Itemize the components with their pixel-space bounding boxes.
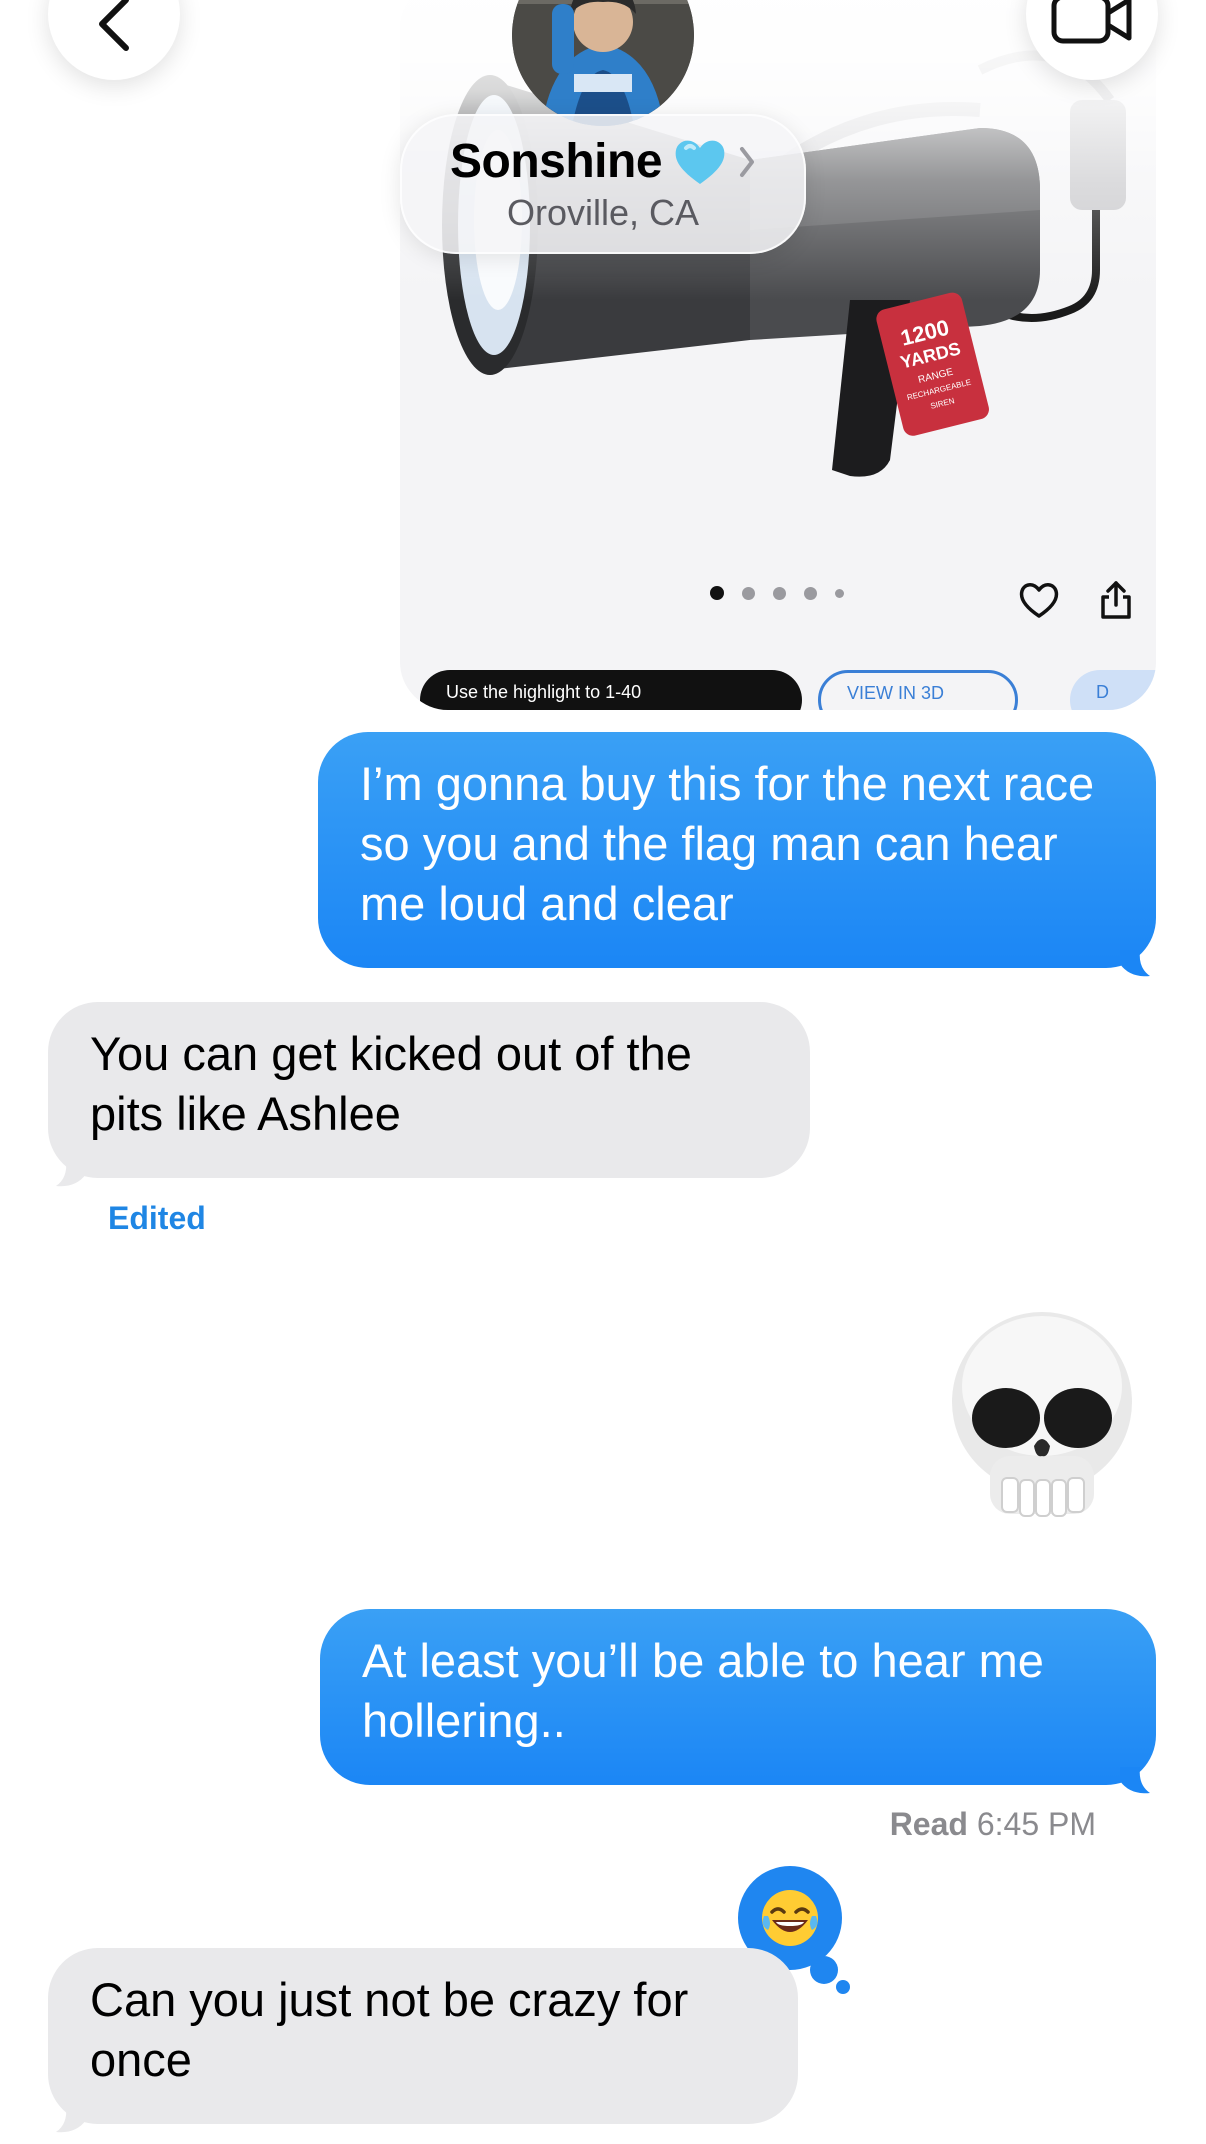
bubble-tail: [56, 1160, 86, 1187]
carousel-dot[interactable]: [835, 588, 844, 598]
bubble-tail: [56, 2106, 86, 2133]
contact-location: Oroville, CA: [506, 192, 700, 233]
carousel-dot[interactable]: [710, 586, 724, 600]
carousel-dot[interactable]: [742, 586, 755, 600]
chevron-left-icon: [99, 0, 129, 51]
laughing-emoji-icon: [762, 1890, 818, 1946]
share-icon: [1101, 581, 1131, 619]
tapback-tail-dot: [836, 1980, 850, 1994]
view-in-3d-chip[interactable]: VIEW IN 3D: [818, 670, 1018, 710]
back-button[interactable]: [48, 0, 180, 80]
product-link-card[interactable]: 1200 YARDS RANGE RECHARGEABLE SIREN Use …: [400, 0, 1156, 710]
contact-name: Sonshine: [449, 135, 663, 188]
sent-message-bubble[interactable]: I’m gonna buy this for the next race so …: [318, 732, 1156, 968]
share-button[interactable]: [1092, 576, 1140, 624]
received-message-bubble[interactable]: Can you just not be crazy for once: [48, 1948, 798, 2124]
read-label: Read: [889, 1806, 968, 1842]
chevron-right-icon: [740, 146, 755, 177]
sent-message-bubble[interactable]: At least you’ll be able to hear me holle…: [320, 1609, 1156, 1785]
received-message-bubble[interactable]: You can get kicked out of the pits like …: [48, 1002, 810, 1178]
contact-name-row: Sonshine: [400, 134, 806, 189]
bubble-tail: [1120, 1767, 1150, 1794]
skull-emoji[interactable]: [944, 1306, 1140, 1526]
edited-label[interactable]: Edited: [108, 1200, 206, 1237]
video-camera-icon: [1051, 0, 1132, 44]
bubble-tail: [1120, 950, 1150, 977]
product-chip[interactable]: Use the highlight to 1-40: [420, 670, 802, 710]
tapback-tail-dot: [810, 1956, 838, 1984]
heart-icon: [1019, 583, 1059, 618]
read-receipt: Read 6:45 PM: [890, 1806, 1096, 1843]
favorite-button[interactable]: [1015, 576, 1063, 624]
light-blue-heart-icon: [675, 140, 725, 184]
read-time: 6:45 PM: [976, 1806, 1096, 1842]
carousel-dot[interactable]: [804, 586, 817, 600]
carousel-dot[interactable]: [773, 586, 786, 600]
product-chip[interactable]: D: [1070, 670, 1156, 710]
image-carousel-dots[interactable]: [710, 586, 844, 600]
contact-header-pill[interactable]: Sonshine Oroville, CA: [400, 114, 806, 254]
